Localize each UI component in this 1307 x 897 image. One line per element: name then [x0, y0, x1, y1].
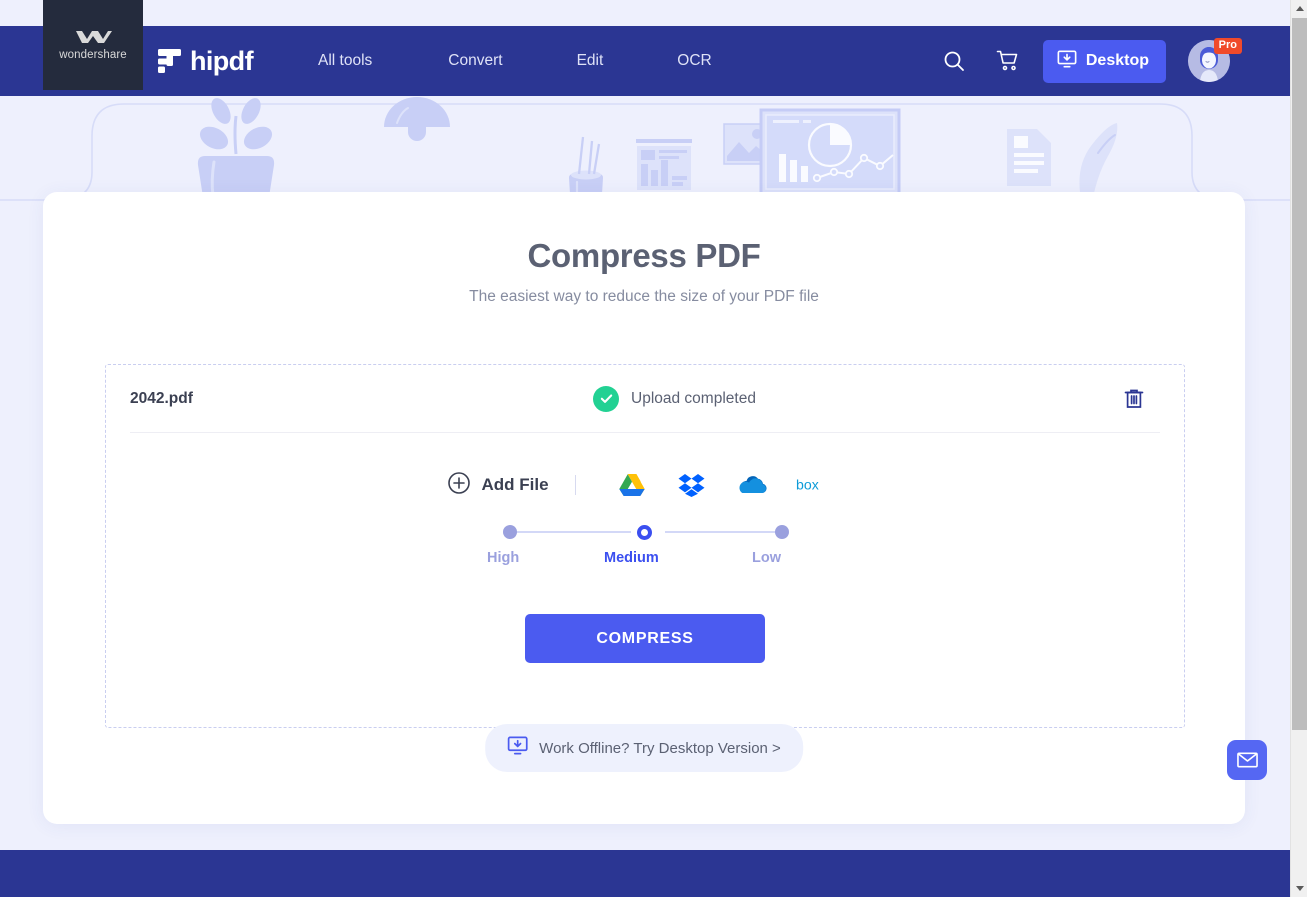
onedrive-icon[interactable]: [736, 469, 768, 501]
wondershare-mark-icon: [74, 29, 112, 45]
slider-line-right: [665, 531, 785, 533]
desktop-app-button[interactable]: Desktop: [1042, 39, 1166, 83]
wondershare-logo-tile[interactable]: wondershare: [43, 0, 143, 90]
upload-status-text: Upload completed: [631, 389, 756, 407]
add-file-label: Add File: [481, 475, 549, 494]
nav-all-tools[interactable]: All tools: [300, 52, 390, 70]
file-name: 2042.pdf: [130, 389, 193, 407]
slider-label-high[interactable]: High: [487, 550, 519, 566]
plus-circle-icon: [448, 471, 471, 499]
main-navigation: All tools Convert Edit OCR: [300, 26, 770, 96]
brand-logo[interactable]: hipdf: [158, 26, 254, 96]
download-monitor-icon: [1057, 49, 1077, 74]
scroll-down-arrow[interactable]: [1291, 880, 1307, 897]
desktop-button-label: Desktop: [1085, 52, 1149, 69]
site-footer: [0, 850, 1290, 897]
nav-ocr[interactable]: OCR: [659, 52, 729, 70]
wondershare-label: wondershare: [59, 49, 127, 61]
nav-edit[interactable]: Edit: [559, 52, 622, 70]
nav-convert[interactable]: Convert: [430, 52, 520, 70]
search-icon[interactable]: [929, 41, 979, 81]
page-title: Compress PDF: [527, 237, 761, 274]
chevron-up-icon: [1295, 6, 1304, 11]
download-monitor-icon: [507, 735, 528, 761]
slider-handle-medium[interactable]: [637, 524, 652, 540]
trash-icon[interactable]: [1120, 385, 1148, 413]
work-offline-label: Work Offline? Try Desktop Version >: [539, 739, 781, 757]
brand-name: hipdf: [190, 45, 254, 76]
upload-status: Upload completed: [593, 385, 756, 412]
browser-viewport: hipdf All tools Convert Edit OCR Desktop…: [0, 0, 1307, 897]
chevron-down-icon: [1295, 886, 1304, 891]
pro-badge: Pro: [1213, 38, 1242, 55]
top-strip: [0, 0, 1290, 26]
work-offline-pill[interactable]: Work Offline? Try Desktop Version >: [485, 724, 803, 772]
add-file-button[interactable]: Add File: [448, 471, 549, 499]
check-circle-icon: [593, 385, 619, 412]
svg-text:box: box: [796, 477, 819, 493]
site-header: hipdf All tools Convert Edit OCR Desktop…: [0, 26, 1290, 96]
scroll-up-arrow[interactable]: [1291, 0, 1307, 17]
scrollbar-thumb[interactable]: [1292, 18, 1307, 730]
slider-handle-high[interactable]: [503, 525, 517, 539]
google-drive-icon[interactable]: [616, 469, 648, 501]
dropbox-icon[interactable]: [676, 469, 708, 501]
divider: [574, 475, 576, 495]
mail-icon[interactable]: [1227, 740, 1267, 780]
slider-label-low[interactable]: Low: [752, 550, 781, 566]
avatar[interactable]: Pro: [1188, 38, 1242, 82]
compression-level-slider[interactable]: High Medium Low: [106, 523, 1184, 572]
page-scrollbar[interactable]: [1290, 0, 1307, 897]
slider-label-medium[interactable]: Medium: [604, 550, 659, 566]
hipdf-logo-icon: [158, 49, 181, 73]
slider-line-left: [511, 531, 631, 533]
box-icon[interactable]: box: [796, 469, 828, 501]
slider-handle-low[interactable]: [775, 525, 789, 539]
header-actions: Desktop Pro: [929, 26, 1242, 96]
slider-labels: High Medium Low: [480, 550, 810, 572]
main-card: Compress PDF The easiest way to reduce t…: [43, 192, 1245, 824]
cart-icon[interactable]: [983, 41, 1033, 81]
uploaded-file-row: 2042.pdf Upload completed: [130, 365, 1160, 433]
page-subtitle: The easiest way to reduce the size of yo…: [469, 288, 819, 305]
file-dropzone[interactable]: 2042.pdf Upload completed Add File box H…: [105, 364, 1185, 728]
add-file-row: Add File box: [106, 469, 1184, 501]
slider-track[interactable]: [485, 523, 805, 541]
compress-button[interactable]: COMPRESS: [525, 614, 765, 663]
